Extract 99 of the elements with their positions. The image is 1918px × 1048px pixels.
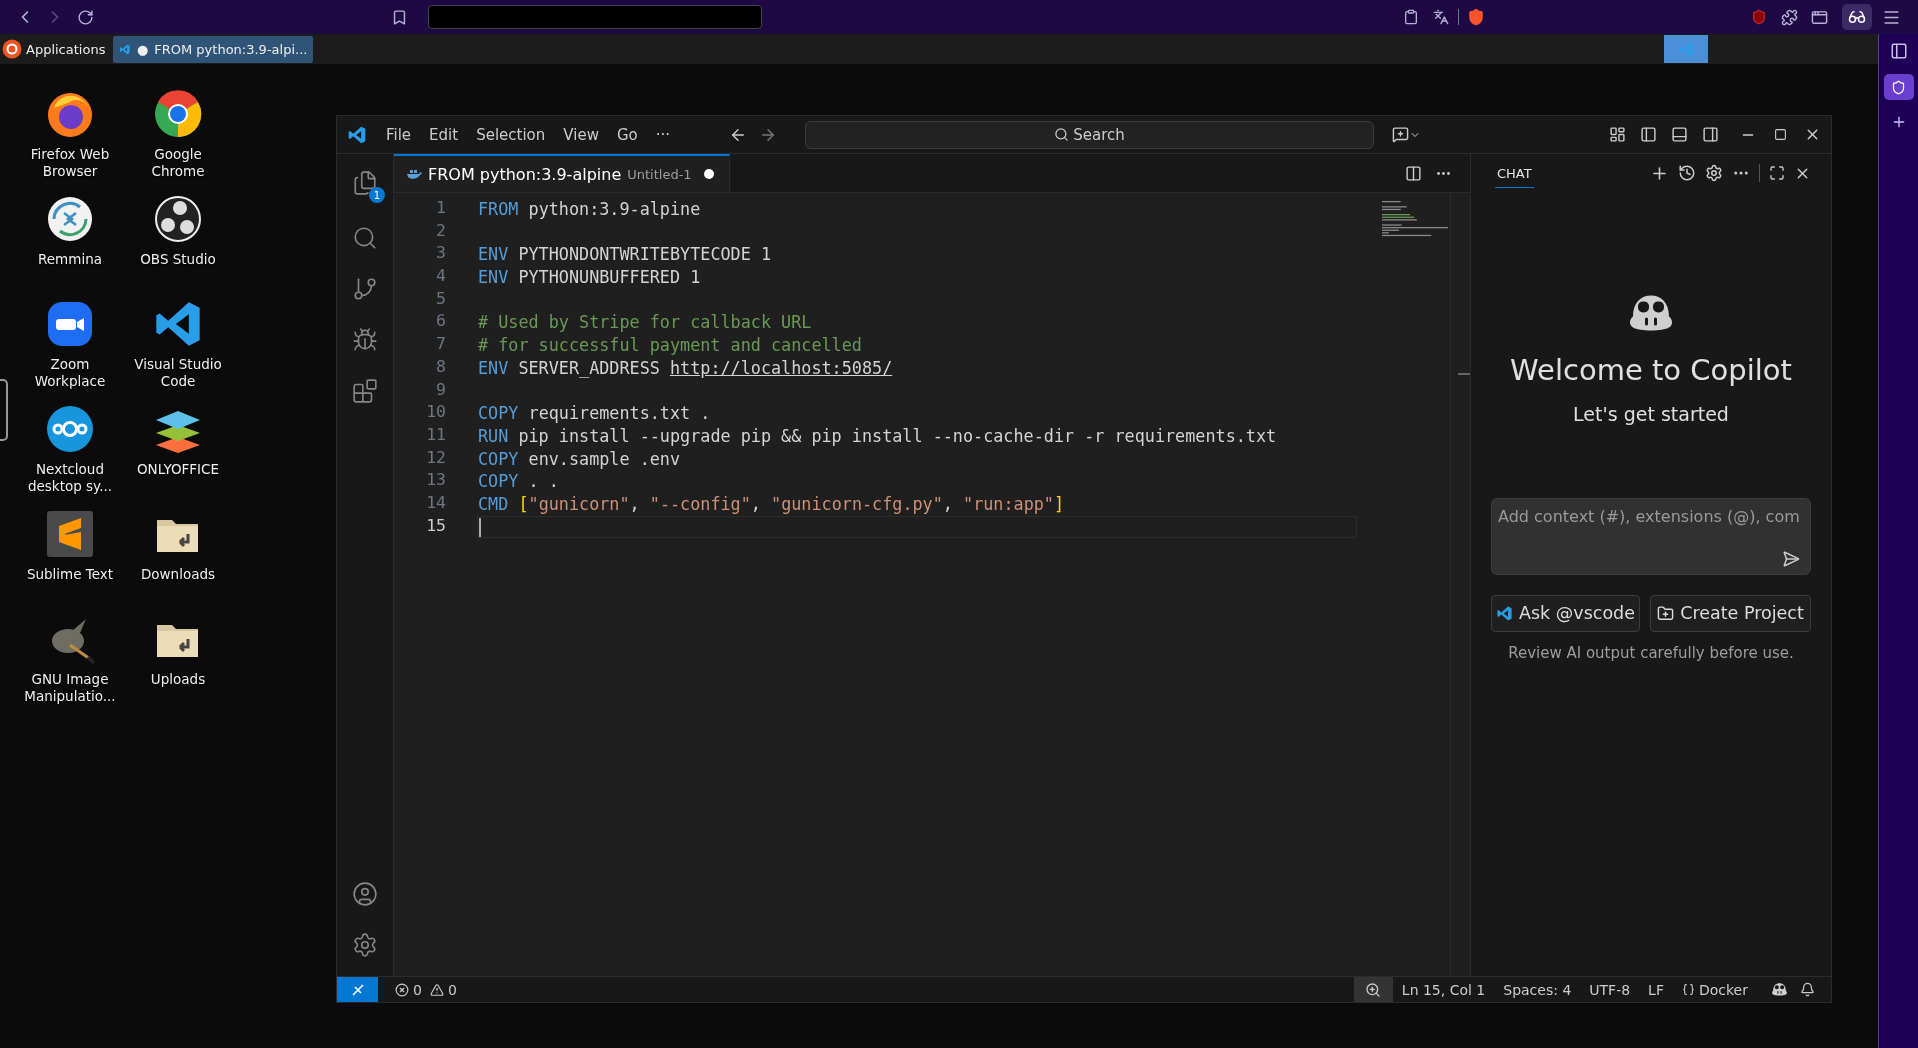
vscode-icon <box>1678 41 1694 57</box>
branch-icon[interactable] <box>352 276 378 302</box>
menu-item[interactable]: Selection <box>467 121 555 148</box>
ubuntu-icon[interactable] <box>2 39 22 59</box>
line-number: 5 <box>435 288 447 310</box>
warning-icon <box>429 982 444 997</box>
line-number: 2 <box>435 220 447 242</box>
desktop-icon-label[interactable]: Sublime Text <box>26 566 114 583</box>
desktop-icon-label[interactable]: GNU Image Manipulatio... <box>24 671 116 705</box>
status-item[interactable]: UTF-8 <box>1580 981 1640 998</box>
folder-plus-icon <box>1657 604 1675 622</box>
desktop-icon-label[interactable]: Remmina <box>38 251 102 268</box>
settings-icon[interactable] <box>352 932 378 958</box>
remote-button[interactable] <box>337 977 378 1002</box>
desktop-icon-label[interactable]: Nextcloud desktop sy... <box>27 461 113 495</box>
obs-icon[interactable] <box>152 193 204 245</box>
error-icon <box>395 982 409 997</box>
line-number: 3 <box>435 243 447 265</box>
chrome-icon[interactable] <box>152 88 204 140</box>
line-number: 9 <box>435 379 447 401</box>
maximize-icon[interactable] <box>1769 165 1785 181</box>
account-icon[interactable] <box>352 881 378 907</box>
line-number: 11 <box>425 424 447 446</box>
code-line: ENV PYTHONDONTWRITEBYTECODE 1 <box>477 243 772 267</box>
chat-tab[interactable]: CHAT <box>1495 158 1534 188</box>
problems-status[interactable]: 0 0 <box>386 981 466 998</box>
code-line: ENV SERVER_ADDRESS http://localhost:5085/ <box>477 356 894 380</box>
whale-icon <box>406 168 422 180</box>
desktop-icon-label[interactable]: Firefox Web Browser <box>30 146 110 180</box>
send-icon[interactable] <box>1782 549 1800 568</box>
editor-tab[interactable]: FROM python:3.9-alpine Untitled-1 <box>394 154 730 192</box>
desktop-icon-label[interactable]: Google Chrome <box>151 146 205 180</box>
desktop-icon-label[interactable]: Uploads <box>150 671 206 688</box>
history-icon[interactable] <box>1678 164 1696 182</box>
desktop-icon-label[interactable]: OBS Studio <box>140 251 216 268</box>
copilot-icon[interactable] <box>1771 982 1788 997</box>
search-icon[interactable] <box>352 225 378 251</box>
vscode-icon <box>347 124 367 145</box>
taskbar-button[interactable]: ● FROM python:3.9-alpi... <box>113 35 314 63</box>
debug-icon[interactable] <box>352 327 378 353</box>
tab-description: Untitled-1 <box>627 166 692 182</box>
sidebar-icon[interactable] <box>1889 42 1908 60</box>
menu-item[interactable]: View <box>554 121 608 148</box>
desktop-icon-label[interactable]: Visual Studio Code <box>134 356 222 390</box>
desktop-icon-label[interactable]: Downloads <box>140 566 216 583</box>
status-item[interactable]: LF <box>1639 981 1673 998</box>
create-project-button[interactable]: Create Project <box>1649 594 1811 632</box>
line-number: 6 <box>435 311 447 333</box>
desktop-icon-label[interactable]: ONLYOFFICE <box>136 461 220 478</box>
menu-item[interactable]: ··· <box>646 121 680 148</box>
line-number: 13 <box>425 470 447 492</box>
welcome-heading: Welcome to Copilot <box>1510 352 1792 387</box>
language-status[interactable]: Docker <box>1672 981 1757 998</box>
status-item[interactable]: Ln 15, Col 1 <box>1392 981 1495 998</box>
code-line: COPY . . <box>477 470 560 493</box>
code-line: ENV PYTHONUNBUFFERED 1 <box>477 266 702 289</box>
line-number: 4 <box>435 266 447 288</box>
scroll-marker <box>1458 373 1470 375</box>
tab-title: FROM python:3.9-alpine <box>428 164 622 184</box>
line-number: 15 <box>425 515 447 537</box>
braces-icon <box>1681 983 1695 996</box>
nextcloud-icon[interactable] <box>44 403 96 455</box>
glasses-icon[interactable] <box>1842 4 1872 30</box>
minimap-drawing <box>1380 199 1450 239</box>
desktop-icon-label[interactable]: Zoom Workplace <box>34 356 106 390</box>
search-field[interactable]: Search <box>805 120 1375 149</box>
code-line: FROM python:3.9-alpine <box>477 198 702 221</box>
code-line: # Used by Stripe for callback URL <box>477 311 813 335</box>
zoom-icon[interactable] <box>1353 977 1393 1002</box>
vscode-icon <box>1496 604 1513 622</box>
code-line: CMD ["gunicorn", "--config", "gunicorn-cfg.py", "run:app"] <box>477 492 1066 516</box>
copilot-icon <box>1627 292 1675 333</box>
extensions-icon[interactable] <box>352 378 378 404</box>
search-icon <box>1054 127 1070 142</box>
sublime-icon[interactable] <box>44 508 96 560</box>
code-line: RUN pip install --upgrade pip && pip install --no-cache-dir -r requirements.txt <box>477 424 1278 448</box>
status-item[interactable]: Spaces: 4 <box>1494 981 1581 998</box>
settings-icon[interactable] <box>1705 164 1723 182</box>
disclaimer-text: Review AI output carefully before use. <box>1508 643 1794 662</box>
address-field[interactable] <box>428 5 762 29</box>
bell-icon[interactable] <box>1800 982 1815 997</box>
line-number: 10 <box>425 402 447 424</box>
extension-icon[interactable] <box>1883 74 1914 100</box>
menu-item[interactable]: Edit <box>420 121 468 148</box>
text-cursor <box>479 517 481 537</box>
applications-menu[interactable]: Applications <box>26 41 106 57</box>
code-line: # for successful payment and cancelled <box>477 334 863 357</box>
count-badge: 1 <box>369 187 385 203</box>
line-number: 12 <box>425 447 447 469</box>
menu-item[interactable]: File <box>377 121 421 148</box>
line-number: 1 <box>435 198 447 219</box>
code-line: COPY requirements.txt . <box>477 402 712 425</box>
menu-item[interactable]: Go <box>607 121 647 148</box>
line-number: 8 <box>435 356 447 378</box>
welcome-subtitle: Let's get started <box>1573 402 1729 425</box>
line-number: 14 <box>425 492 447 514</box>
line-number: 7 <box>435 334 447 356</box>
code-line: COPY env.sample .env <box>477 447 682 471</box>
ask-button[interactable]: Ask @vscode <box>1491 594 1640 632</box>
